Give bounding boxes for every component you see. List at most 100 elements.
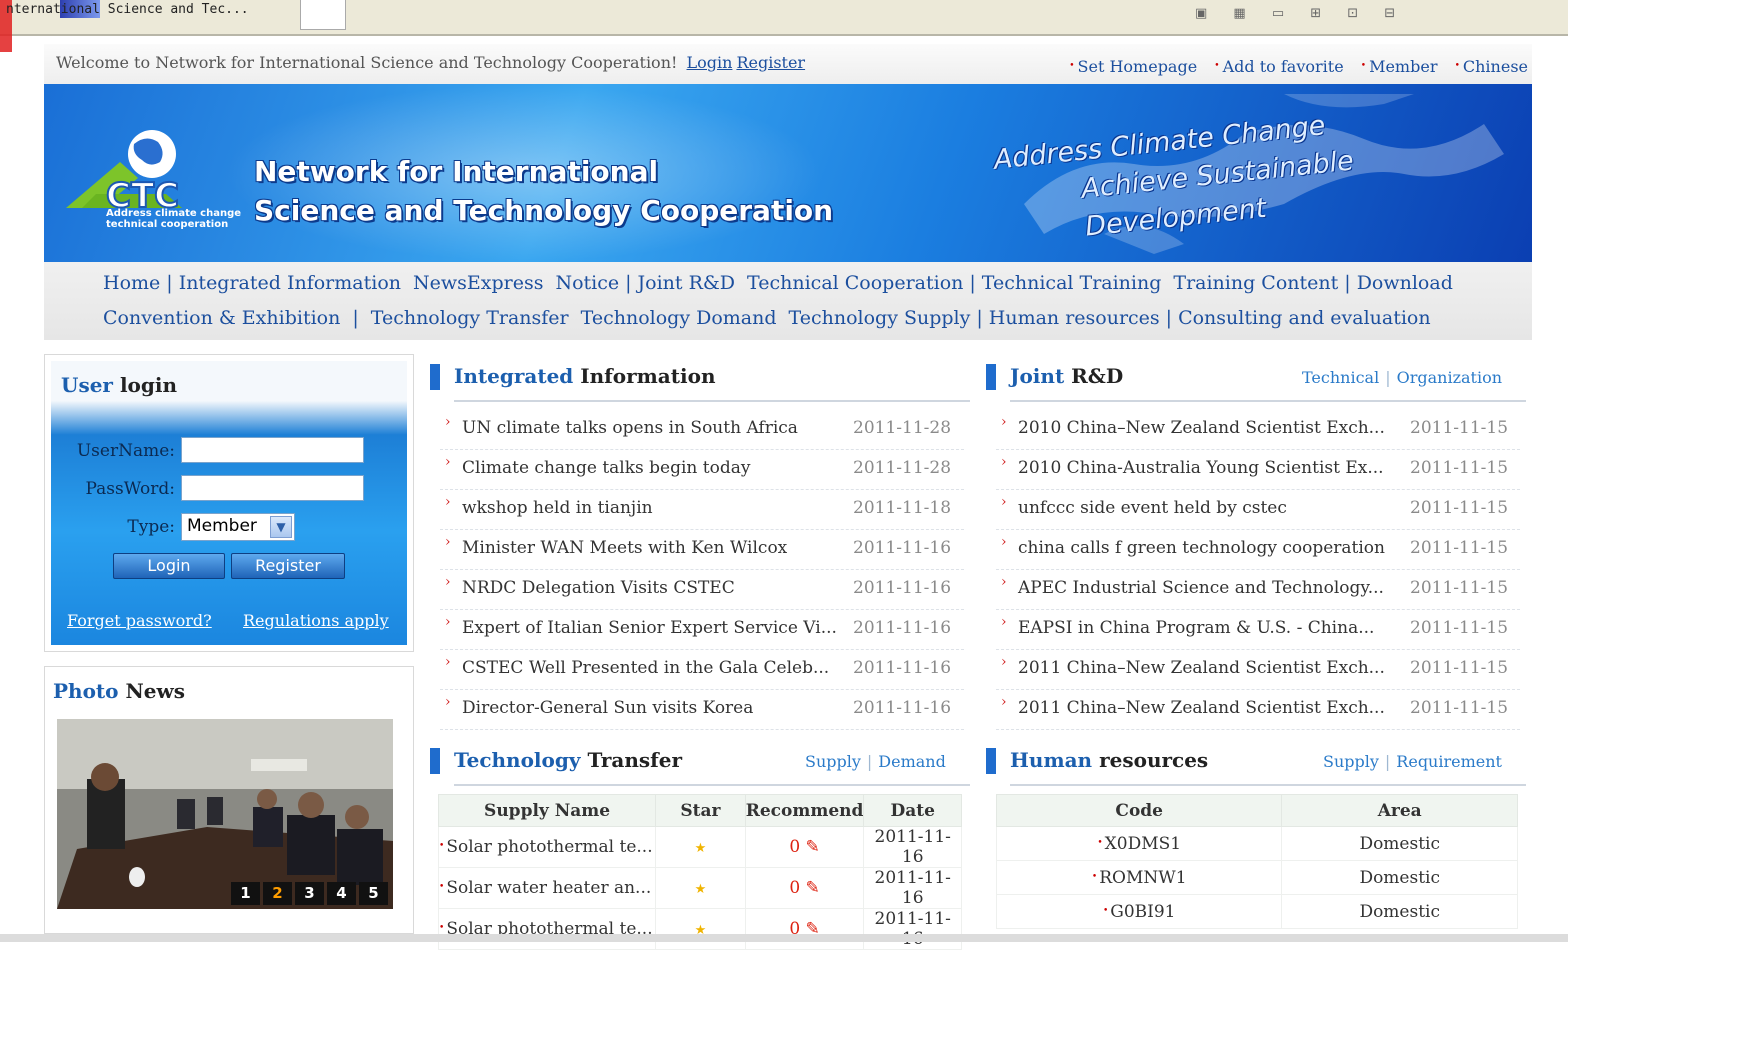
chinese-link[interactable]: Chinese [1455, 57, 1528, 76]
news-title-link[interactable]: EAPSI in China Program & U.S. - China... [1001, 614, 1374, 638]
news-title-link[interactable]: UN climate talks opens in South Africa [445, 414, 798, 438]
supply-link[interactable]: Supply [1323, 752, 1379, 771]
transfer-links: Supply | Demand [805, 752, 946, 771]
panel-marker [430, 748, 440, 774]
nav-consulting-evaluation[interactable]: Consulting and evaluation [1178, 307, 1431, 329]
integrated-information-title[interactable]: Integrated Information [454, 364, 715, 388]
news-date: 2011-11-16 [853, 538, 952, 558]
area-cell[interactable]: Domestic [1281, 894, 1518, 929]
photo-page-5[interactable]: 5 [359, 882, 388, 905]
nav-training-content[interactable]: Training Content [1173, 272, 1338, 294]
type-row: Type: Member ▼ [51, 513, 407, 541]
supply-name-cell[interactable]: Solar photothermal te... [437, 826, 657, 868]
password-input[interactable] [181, 475, 364, 501]
news-title-link[interactable]: 2010 China-Australia Young Scientist Ex.… [1001, 454, 1384, 478]
supply-link[interactable]: Supply [805, 752, 861, 771]
date-cell: 2011-11-16 [863, 826, 962, 868]
news-title-link[interactable]: NRDC Delegation Visits CSTEC [445, 574, 735, 598]
browser-toolbar-icons[interactable]: ▣ ▦ ▭ ⊞ ⊡ ⊟ [1195, 6, 1395, 21]
joint-rd-title[interactable]: Joint R&D [1010, 364, 1123, 388]
thumbs-up-icon[interactable]: ✎ [806, 878, 820, 898]
forget-password-link[interactable]: Forget password? [67, 611, 212, 630]
news-date: 2011-11-28 [853, 458, 952, 478]
technology-transfer-title[interactable]: Technology Transfer [454, 748, 682, 772]
nav-integrated-information[interactable]: Integrated Information [179, 272, 401, 294]
news-date: 2011-11-15 [1410, 658, 1509, 678]
login-button[interactable]: Login [113, 553, 225, 579]
supply-name-cell[interactable]: Solar water heater an... [437, 867, 657, 909]
nav-technical-cooperation[interactable]: Technical Cooperation [747, 272, 963, 294]
organization-link[interactable]: Organization [1397, 368, 1502, 387]
photo-page-1[interactable]: 1 [231, 882, 260, 905]
news-title-link[interactable]: 2010 China–New Zealand Scientist Exch... [1001, 414, 1385, 438]
nav-joint-rd[interactable]: Joint R&D [638, 272, 736, 294]
requirement-link[interactable]: Requirement [1396, 752, 1502, 771]
star-icon: ★ [694, 882, 707, 897]
nav-convention-exhibition[interactable]: Convention & Exhibition [103, 307, 340, 329]
photo-page-2[interactable]: 2 [263, 882, 292, 905]
browser-tab-title[interactable]: nternational Science and Tec... [6, 2, 249, 17]
nav-human-resources[interactable]: Human resources [989, 307, 1160, 329]
list-item: 2010 China–New Zealand Scientist Exch...… [996, 410, 1520, 450]
news-title-link[interactable]: Climate change talks begin today [445, 454, 750, 478]
photo-page-4[interactable]: 4 [327, 882, 356, 905]
technology-transfer-panel: Technology Transfer Supply | Demand Supply… [430, 748, 970, 950]
demand-link[interactable]: Demand [878, 752, 946, 771]
logo-tagline-line1: Address climate change [106, 208, 242, 219]
nav-newsexpress[interactable]: NewsExpress [413, 272, 543, 294]
username-label: UserName: [76, 441, 175, 461]
news-title-link[interactable]: wkshop held in tianjin [445, 494, 653, 518]
nav-home[interactable]: Home [103, 272, 160, 294]
code-cell[interactable]: G0BI91 [995, 894, 1283, 929]
chevron-down-icon[interactable]: ▼ [270, 516, 292, 538]
news-title-link[interactable]: 2011 China–New Zealand Scientist Exch... [1001, 694, 1385, 718]
joint-title-b: R&D [1071, 364, 1124, 388]
news-title-link[interactable]: unfccc side event held by cstec [1001, 494, 1287, 518]
username-input[interactable] [181, 437, 364, 463]
code-cell[interactable]: ROMNW1 [995, 860, 1283, 895]
supply-name[interactable]: Solar water heater an... [446, 878, 651, 898]
list-item: NRDC Delegation Visits CSTEC 2011-11-16 [440, 570, 964, 610]
set-homepage-link[interactable]: Set Homepage [1069, 57, 1197, 76]
register-button[interactable]: Register [231, 553, 345, 579]
area-cell[interactable]: Domestic [1281, 826, 1518, 861]
supply-name[interactable]: Solar photothermal te... [446, 837, 652, 857]
human-resources-title[interactable]: Human resources [1010, 748, 1208, 772]
news-title-link[interactable]: 2011 China–New Zealand Scientist Exch... [1001, 654, 1385, 678]
code-value[interactable]: ROMNW1 [1099, 868, 1186, 888]
panel-divider [454, 784, 970, 786]
user-login-title: User login [61, 373, 177, 397]
nav-technology-domand[interactable]: Technology Domand [581, 307, 777, 329]
nav-notice[interactable]: Notice [555, 272, 619, 294]
technical-link[interactable]: Technical [1302, 368, 1379, 387]
news-title-link[interactable]: Director-General Sun visits Korea [445, 694, 753, 718]
news-title-link[interactable]: CSTEC Well Presented in the Gala Celeb..… [445, 654, 829, 678]
login-link[interactable]: Login [687, 53, 733, 72]
area-cell[interactable]: Domestic [1281, 860, 1518, 895]
member-link[interactable]: Member [1361, 57, 1438, 76]
site-title-line1: Network for International [254, 155, 659, 188]
code-value[interactable]: X0DMS1 [1105, 834, 1181, 854]
type-select[interactable]: Member ▼ [181, 513, 295, 541]
nav-technology-transfer[interactable]: Technology Transfer [371, 307, 569, 329]
add-favorite-link[interactable]: Add to favorite [1214, 57, 1343, 76]
regulations-link[interactable]: Regulations apply [243, 611, 389, 630]
news-title-link[interactable]: APEC Industrial Science and Technology..… [1001, 574, 1384, 598]
photo-page-3[interactable]: 3 [295, 882, 324, 905]
browser-new-tab[interactable] [300, 0, 346, 30]
nav-technical-training[interactable]: Technical Training [982, 272, 1162, 294]
code-value[interactable]: G0BI91 [1110, 902, 1175, 922]
panel-divider [1010, 400, 1526, 402]
nav-technology-supply[interactable]: Technology Supply [789, 307, 971, 329]
news-title-link[interactable]: Expert of Italian Senior Expert Service … [445, 614, 837, 638]
thumbs-up-icon[interactable]: ✎ [806, 837, 820, 857]
logo-tagline-line2: technical cooperation [106, 219, 229, 230]
type-select-value: Member [187, 516, 257, 536]
nav-download[interactable]: Download [1357, 272, 1453, 294]
news-title-link[interactable]: china calls f green technology cooperati… [1001, 534, 1385, 558]
code-cell[interactable]: X0DMS1 [995, 826, 1283, 861]
supply-name-cell[interactable]: Solar photothermal te... [437, 908, 657, 950]
photo-news-image[interactable]: 1 2 3 4 5 [57, 719, 393, 909]
news-title-link[interactable]: Minister WAN Meets with Ken Wilcox [445, 534, 787, 558]
register-link[interactable]: Register [736, 53, 805, 72]
